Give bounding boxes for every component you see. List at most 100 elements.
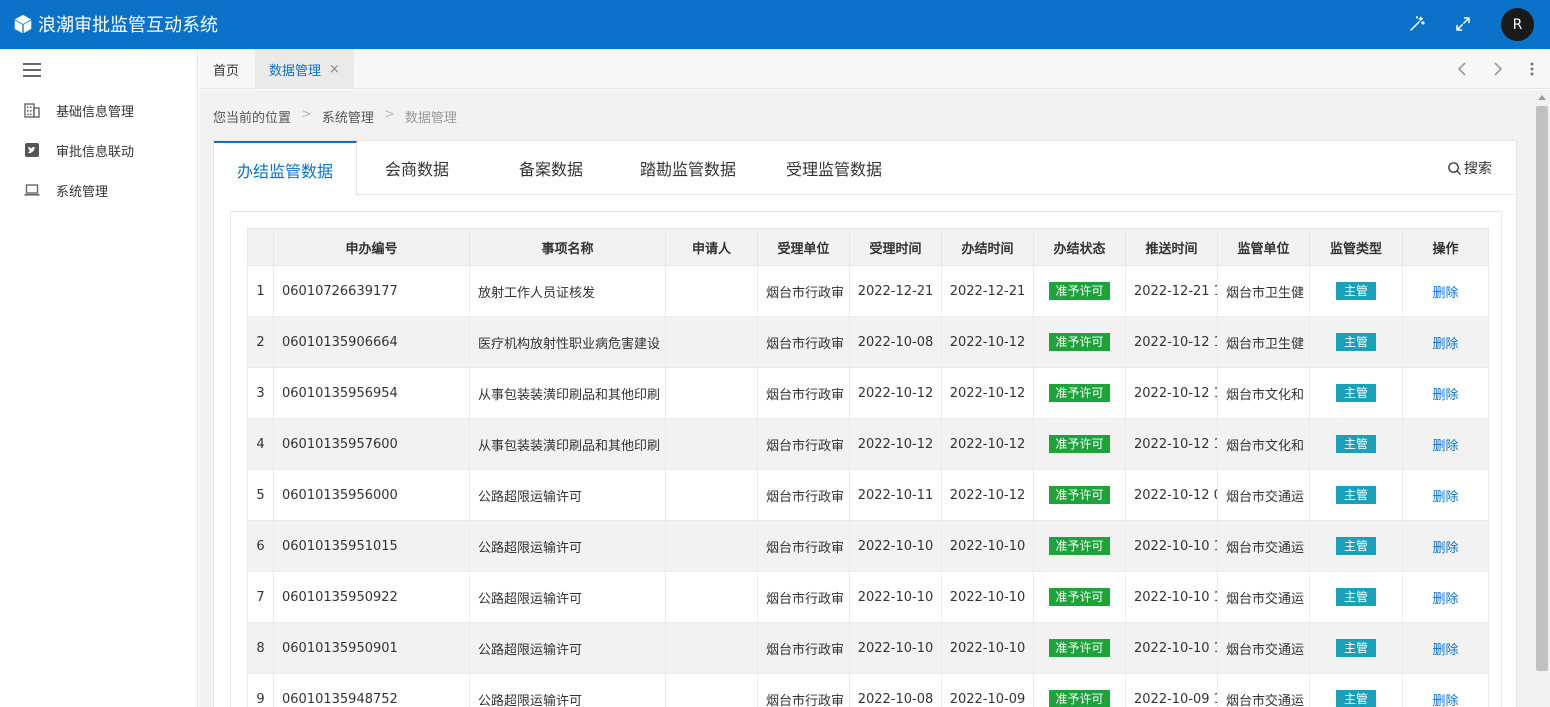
page-tabbar: 首页 数据管理 ×: [199, 49, 1550, 89]
sidebar-item-label: 基础信息管理: [56, 104, 135, 120]
table-row: 2 06010135906664 医疗机构放射性职业病危害建设 烟台市行政审 2022-…: [247, 316, 1489, 368]
cube-icon: [14, 14, 32, 34]
magic-wand-icon[interactable]: [1407, 14, 1427, 34]
cell-supervising-unit: 烟台市卫生健: [1217, 316, 1310, 368]
user-avatar[interactable]: R: [1501, 8, 1534, 41]
cell-type-badge: 主管: [1309, 622, 1403, 674]
tab-filing-data[interactable]: 备案数据: [491, 141, 611, 195]
more-vertical-icon[interactable]: [1522, 59, 1542, 79]
tab-completed-data[interactable]: 办结监管数据: [214, 141, 357, 196]
sidebar-item-system[interactable]: 系统管理: [0, 175, 198, 205]
table-row: 1 06010726639177 放射工作人员证核发 烟台市行政审 2022-12-21…: [247, 265, 1489, 317]
scroll-thumb[interactable]: [1536, 106, 1548, 671]
cell-supervising-unit: 烟台市文化和: [1217, 367, 1310, 419]
cell-accept-date: 2022-10-10: [849, 622, 942, 674]
col-header: 受理单位: [757, 228, 850, 266]
delete-link[interactable]: 删除: [1432, 592, 1458, 607]
cell-delete-link: 删除: [1402, 469, 1489, 521]
cell-item-name: 医疗机构放射性职业病危害建设: [469, 316, 666, 368]
delete-link[interactable]: 删除: [1432, 694, 1458, 707]
tab-acceptance-data[interactable]: 受理监管数据: [774, 141, 894, 195]
breadcrumb-level1[interactable]: 系统管理: [322, 107, 374, 126]
cell-row-index: 9: [247, 673, 274, 707]
table-row: 6 06010135951015 公路超限运输许可 烟台市行政审 2022-10-10 2…: [247, 520, 1489, 572]
menu-toggle-icon[interactable]: [23, 63, 41, 77]
breadcrumb-separator: >: [383, 107, 395, 122]
breadcrumb-level2: 数据管理: [404, 111, 457, 126]
tab-data-management[interactable]: 数据管理 ×: [255, 49, 354, 89]
cell-push-time: 2022-10-12 0: [1125, 469, 1218, 521]
cell-application-code: 06010135906664: [273, 316, 470, 368]
cell-type-badge: 主管: [1309, 469, 1403, 521]
delete-link[interactable]: 删除: [1432, 439, 1458, 454]
fullscreen-icon[interactable]: [1453, 14, 1473, 34]
type-badge: 主管: [1335, 435, 1376, 453]
cell-delete-link: 删除: [1402, 622, 1489, 674]
col-header: 办结时间: [941, 228, 1034, 266]
cell-accepting-unit: 烟台市行政审: [757, 622, 850, 674]
table-row: 9 06010135948752 公路超限运输许可 烟台市行政审 2022-10-08 2…: [247, 673, 1489, 707]
scroll-up-arrow-icon[interactable]: [1538, 95, 1546, 100]
search-button[interactable]: 搜索: [1447, 158, 1492, 178]
cell-finish-date: 2022-10-12: [941, 316, 1034, 368]
main-content: 您当前的位置 > 系统管理 > 数据管理 办结监管数据 会商数据 备案数据 踏勘…: [199, 90, 1534, 707]
cell-item-name: 从事包装装潢印刷品和其他印刷: [469, 367, 666, 419]
status-badge: 准予许可: [1049, 435, 1110, 453]
cell-type-badge: 主管: [1309, 316, 1403, 368]
cell-item-name: 公路超限运输许可: [469, 520, 666, 572]
app-logo[interactable]: 浪潮审批监管互动系统: [12, 11, 218, 37]
cell-delete-link: 删除: [1402, 418, 1489, 470]
content-tabs: 办结监管数据 会商数据 备案数据 踏勘监管数据 受理监管数据 搜索: [214, 141, 1518, 196]
cell-application-code: 06010135956000: [273, 469, 470, 521]
cell-accepting-unit: 烟台市行政审: [757, 571, 850, 623]
close-icon[interactable]: ×: [329, 62, 340, 77]
cell-push-time: 2022-10-12 1: [1125, 418, 1218, 470]
cell-supervising-unit: 烟台市交通运: [1217, 571, 1310, 623]
cell-push-time: 2022-10-09 1: [1125, 673, 1218, 707]
cell-accept-date: 2022-10-08: [849, 316, 942, 368]
delete-link[interactable]: 删除: [1432, 643, 1458, 658]
tab-survey-data[interactable]: 踏勘监管数据: [628, 141, 748, 195]
delete-link[interactable]: 删除: [1432, 490, 1458, 505]
table-row: 5 06010135956000 公路超限运输许可 烟台市行政审 2022-10-11 2…: [247, 469, 1489, 521]
cell-status-badge: 准予许可: [1033, 673, 1126, 707]
tab-label: 数据管理: [269, 63, 322, 79]
cell-status-badge: 准予许可: [1033, 316, 1126, 368]
cell-push-time: 2022-10-10 1: [1125, 520, 1218, 572]
cell-push-time: 2022-10-12 1: [1125, 367, 1218, 419]
cell-applicant: [665, 367, 758, 419]
content-tab-label: 办结监管数据: [236, 161, 333, 181]
status-badge: 准予许可: [1049, 537, 1110, 555]
tab-home[interactable]: 首页: [199, 49, 253, 89]
sidebar-item-approval-link[interactable]: 审批信息联动: [0, 135, 198, 165]
cell-accept-date: 2022-10-12: [849, 418, 942, 470]
cell-application-code: 06010135956954: [273, 367, 470, 419]
col-header: 监管单位: [1217, 228, 1310, 266]
type-badge: 主管: [1335, 588, 1376, 606]
tab-consultation-data[interactable]: 会商数据: [357, 141, 477, 195]
delete-link[interactable]: 删除: [1432, 541, 1458, 556]
chevron-right-icon[interactable]: [1487, 59, 1507, 79]
sidebar-item-basic-info[interactable]: 基础信息管理: [0, 95, 198, 125]
table-container: 申办编号 事项名称 申请人 受理单位 受理时间 办结时间 办结状态 推送时间 监…: [230, 211, 1502, 707]
cell-delete-link: 删除: [1402, 673, 1489, 707]
cell-applicant: [665, 622, 758, 674]
cell-accepting-unit: 烟台市行政审: [757, 367, 850, 419]
cell-finish-date: 2022-10-12: [941, 367, 1034, 419]
content-tab-label: 会商数据: [384, 160, 449, 179]
cell-status-badge: 准予许可: [1033, 622, 1126, 674]
cell-supervising-unit: 烟台市交通运: [1217, 520, 1310, 572]
delete-link[interactable]: 删除: [1432, 286, 1458, 301]
cell-accepting-unit: 烟台市行政审: [757, 673, 850, 707]
cell-supervising-unit: 烟台市卫生健: [1217, 265, 1310, 317]
type-badge: 主管: [1335, 333, 1376, 351]
page-scrollbar[interactable]: [1534, 90, 1550, 707]
cell-finish-date: 2022-10-09: [941, 673, 1034, 707]
cell-row-index: 3: [247, 367, 274, 419]
delete-link[interactable]: 删除: [1432, 337, 1458, 352]
delete-link[interactable]: 删除: [1432, 388, 1458, 403]
cell-push-time: 2022-12-21 1: [1125, 265, 1218, 317]
chevron-left-icon[interactable]: [1453, 59, 1473, 79]
status-badge: 准予许可: [1049, 384, 1110, 402]
cell-status-badge: 准予许可: [1033, 571, 1126, 623]
